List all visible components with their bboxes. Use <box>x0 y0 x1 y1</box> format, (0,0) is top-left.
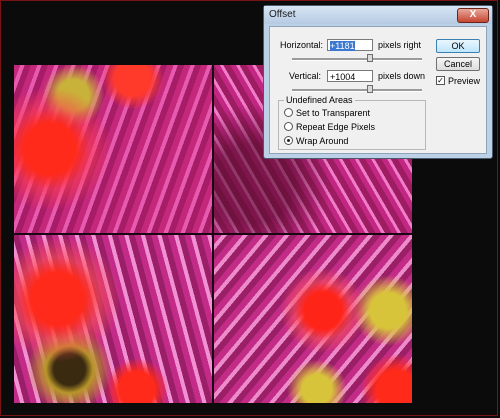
check-icon: ✓ <box>437 76 444 85</box>
dialog-body: Horizontal: +1181 pixels right Vertical:… <box>269 26 487 154</box>
horizontal-slider-thumb[interactable] <box>367 54 373 62</box>
image-tile-bottom-left <box>14 235 212 403</box>
radio-label-wrap-around: Wrap Around <box>296 136 349 146</box>
radio-set-to-transparent[interactable] <box>284 108 293 117</box>
preview-checkbox[interactable]: ✓ <box>436 76 445 85</box>
cancel-button[interactable]: Cancel <box>436 57 480 71</box>
vertical-unit: pixels down <box>378 71 426 81</box>
dialog-titlebar[interactable]: Offset X <box>264 6 492 24</box>
image-tile-top-left <box>14 65 212 233</box>
horizontal-unit: pixels right <box>378 40 422 50</box>
vertical-slider-track[interactable] <box>292 89 422 92</box>
vertical-slider-thumb[interactable] <box>367 85 373 93</box>
dialog-title: Offset <box>269 9 296 20</box>
vertical-label: Vertical: <box>289 71 322 81</box>
close-icon: X <box>469 9 477 20</box>
preview-label: Preview <box>448 76 481 86</box>
vertical-input[interactable]: +1004 <box>327 70 373 82</box>
horizontal-input[interactable]: +1181 <box>327 39 373 51</box>
horizontal-slider-track[interactable] <box>292 58 422 61</box>
radio-repeat-edge-pixels[interactable] <box>284 122 293 131</box>
offset-dialog: Offset X Horizontal: +1181 pixels right … <box>263 5 493 159</box>
ok-button[interactable]: OK <box>436 39 480 53</box>
undefined-areas-label: Undefined Areas <box>284 95 355 105</box>
horizontal-label: Horizontal: <box>280 40 324 50</box>
image-tile-bottom-right <box>214 235 412 403</box>
radio-label-set-to-transparent: Set to Transparent <box>296 108 371 118</box>
radio-label-repeat-edge-pixels: Repeat Edge Pixels <box>296 122 376 132</box>
close-button[interactable]: X <box>457 8 489 23</box>
radio-wrap-around[interactable] <box>284 136 293 145</box>
